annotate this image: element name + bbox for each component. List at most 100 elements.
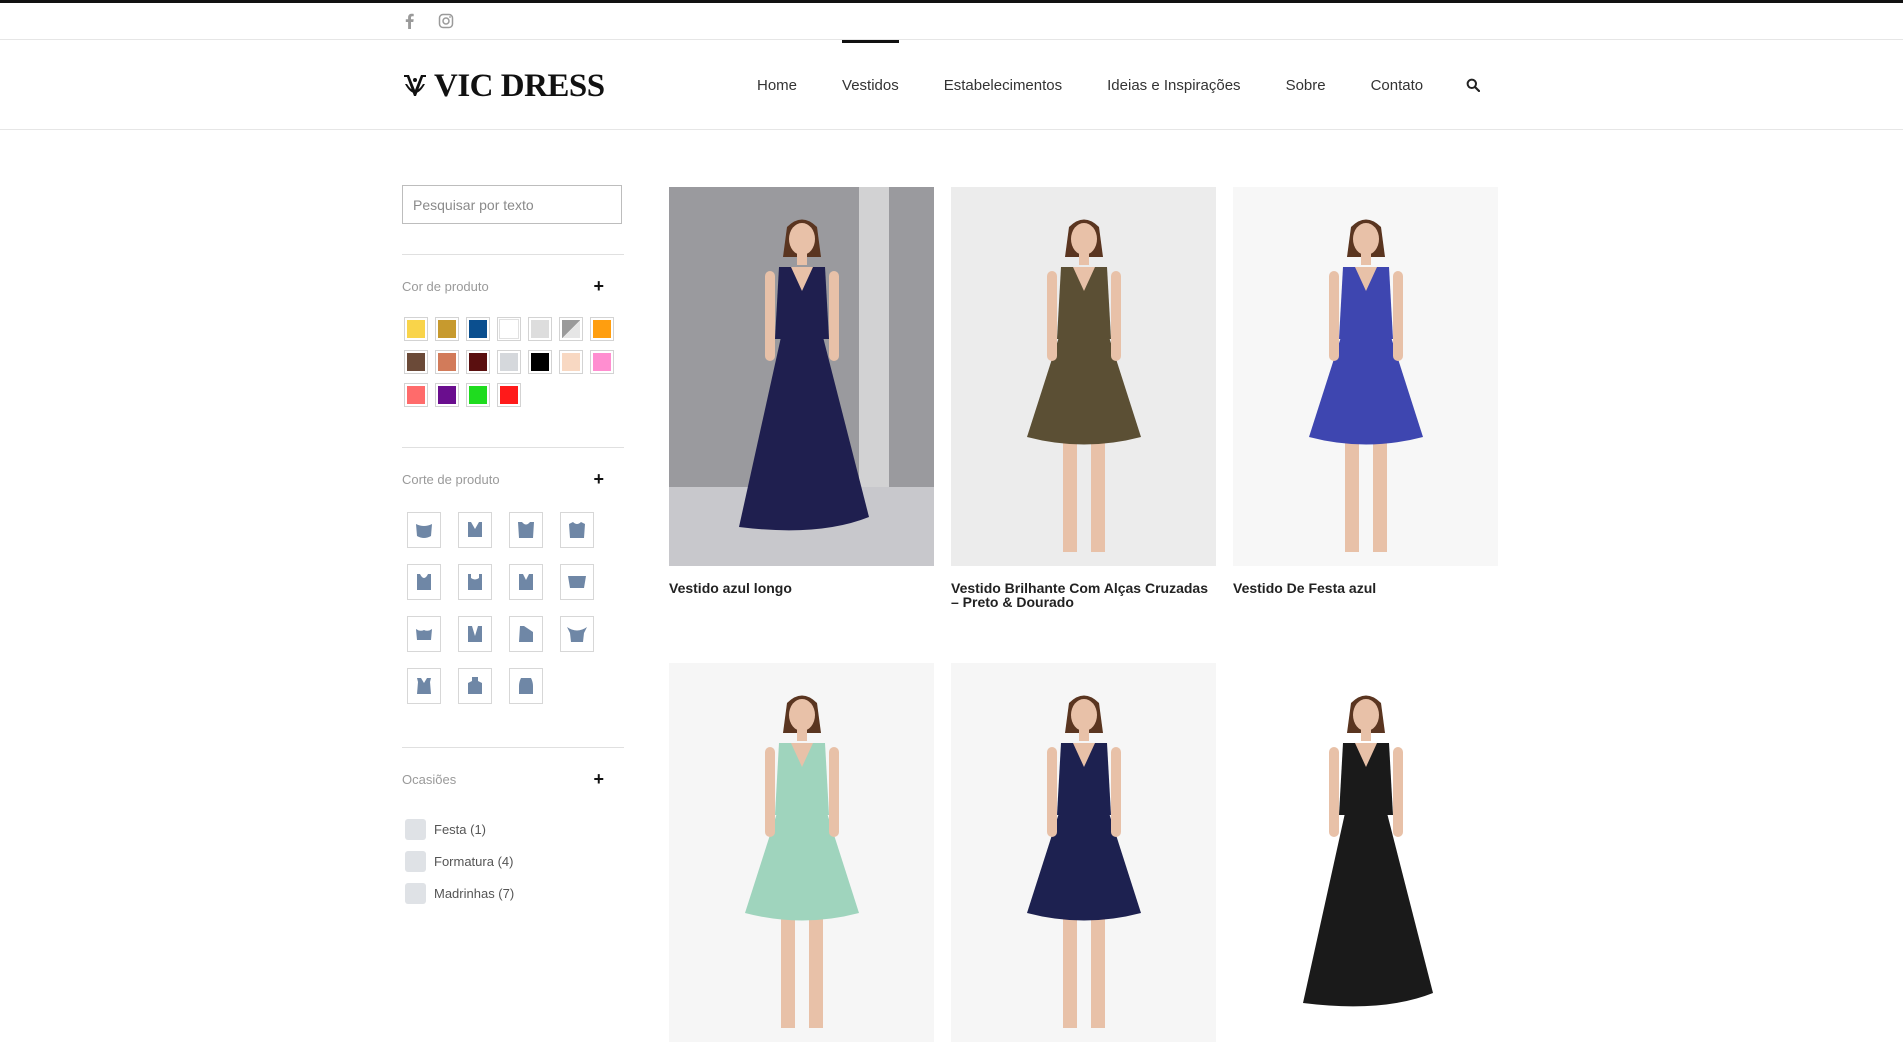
product-card[interactable] <box>669 663 934 1057</box>
cut-option[interactable] <box>509 668 543 704</box>
neckline-icon <box>468 522 482 537</box>
logo-text: VIC DRESS <box>434 67 605 104</box>
nav-item-home[interactable]: Home <box>757 40 797 130</box>
neckline-icon <box>568 576 586 588</box>
product-image[interactable] <box>669 187 934 566</box>
neckline-icon <box>519 626 533 642</box>
expand-plus-icon[interactable]: + <box>593 770 604 788</box>
occasion-filter-header[interactable]: Ocasiões + <box>402 770 624 788</box>
color-swatch[interactable] <box>466 317 490 341</box>
color-swatch[interactable] <box>590 317 614 341</box>
search-input[interactable] <box>402 185 622 224</box>
color-swatch[interactable] <box>435 350 459 374</box>
color-swatch[interactable] <box>528 317 552 341</box>
color-swatch[interactable] <box>559 350 583 374</box>
cut-option[interactable] <box>458 512 492 548</box>
logo[interactable]: VIC DRESS <box>402 67 605 104</box>
cut-option[interactable] <box>407 512 441 548</box>
logo-emblem-icon <box>404 75 426 96</box>
nav-item-estabelecimentos[interactable]: Estabelecimentos <box>944 40 1062 130</box>
color-swatch[interactable] <box>590 350 614 374</box>
color-swatch[interactable] <box>497 317 521 341</box>
neckline-icon <box>417 574 431 590</box>
divider <box>402 254 624 255</box>
checkbox[interactable] <box>405 818 426 840</box>
main-header: VIC DRESS Home Vestidos Estabelecimentos… <box>0 40 1903 130</box>
neckline-icon <box>468 574 482 590</box>
cut-option[interactable] <box>560 616 594 652</box>
product-card[interactable]: Vestido De Festa azul <box>1233 187 1498 595</box>
occasion-options: Festa (1) Formatura (4) Madrinhas (7) <box>402 813 624 909</box>
nav-item-sobre[interactable]: Sobre <box>1286 40 1326 130</box>
neckline-icon <box>416 629 432 640</box>
neckline-icon <box>468 677 482 694</box>
top-bar <box>0 0 1903 40</box>
cut-option[interactable] <box>407 668 441 704</box>
cut-filter-header[interactable]: Corte de produto + <box>402 470 624 488</box>
occasion-label: Formatura (4) <box>434 853 514 869</box>
neckline-icon <box>569 522 585 538</box>
filter-sidebar: Cor de produto + Corte de produto + Ocas… <box>402 185 624 909</box>
nav-item-ideias[interactable]: Ideias e Inspirações <box>1107 40 1240 130</box>
neckline-icon <box>417 678 431 694</box>
main-menu: Home Vestidos Estabelecimentos Ideias e … <box>757 40 1481 130</box>
divider <box>402 447 624 448</box>
expand-plus-icon[interactable]: + <box>593 470 604 488</box>
color-filter-title: Cor de produto <box>402 278 489 294</box>
nav-search-button[interactable] <box>1466 40 1481 130</box>
color-swatch[interactable] <box>404 317 428 341</box>
color-swatch[interactable] <box>466 350 490 374</box>
cut-option[interactable] <box>560 564 594 600</box>
cut-options <box>402 512 624 704</box>
checkbox[interactable] <box>405 882 426 904</box>
cut-option[interactable] <box>560 512 594 548</box>
nav-item-contato[interactable]: Contato <box>1371 40 1424 130</box>
product-name[interactable]: Vestido azul longo <box>669 581 934 595</box>
occasion-label: Festa (1) <box>434 821 487 837</box>
product-image[interactable] <box>669 663 934 1042</box>
cut-option[interactable] <box>509 512 543 548</box>
instagram-icon[interactable] <box>438 13 454 29</box>
cut-option[interactable] <box>509 616 543 652</box>
product-card[interactable]: Vestido azul longo <box>669 187 934 595</box>
product-name[interactable]: Vestido Brilhante Com Alças Cruzadas – P… <box>951 581 1216 609</box>
product-card[interactable]: Vestido Brilhante Com Alças Cruzadas – P… <box>951 187 1216 609</box>
color-swatch[interactable] <box>497 350 521 374</box>
product-image[interactable] <box>1233 187 1498 566</box>
product-name[interactable]: Vestido De Festa azul <box>1233 581 1498 595</box>
cut-option[interactable] <box>407 616 441 652</box>
color-swatch[interactable] <box>404 350 428 374</box>
occasion-option[interactable]: Formatura (4) <box>405 845 624 877</box>
product-image[interactable] <box>1233 663 1498 1042</box>
cut-option[interactable] <box>407 564 441 600</box>
color-filter-header[interactable]: Cor de produto + <box>402 277 624 295</box>
color-swatch[interactable] <box>497 383 521 407</box>
occasion-option[interactable]: Festa (1) <box>405 813 624 845</box>
color-swatch[interactable] <box>528 350 552 374</box>
cut-option[interactable] <box>458 564 492 600</box>
nav-item-vestidos[interactable]: Vestidos <box>842 40 899 130</box>
cut-option[interactable] <box>458 616 492 652</box>
product-image[interactable] <box>951 663 1216 1042</box>
divider <box>402 747 624 748</box>
cut-filter-title: Corte de produto <box>402 471 500 487</box>
neckline-icon <box>567 627 587 642</box>
expand-plus-icon[interactable]: + <box>593 277 604 295</box>
color-swatch[interactable] <box>466 383 490 407</box>
color-swatch[interactable] <box>404 383 428 407</box>
neckline-icon <box>468 626 482 642</box>
cut-option[interactable] <box>509 564 543 600</box>
color-swatch[interactable] <box>435 317 459 341</box>
social-links <box>402 13 454 29</box>
facebook-icon[interactable] <box>402 13 418 29</box>
color-swatch[interactable] <box>435 383 459 407</box>
occasion-option[interactable]: Madrinhas (7) <box>405 877 624 909</box>
checkbox[interactable] <box>405 850 426 872</box>
product-image[interactable] <box>951 187 1216 566</box>
color-swatch[interactable] <box>559 317 583 341</box>
cut-option[interactable] <box>458 668 492 704</box>
color-swatches <box>402 317 624 407</box>
product-card[interactable] <box>951 663 1216 1057</box>
neckline-icon <box>416 524 432 538</box>
product-card[interactable] <box>1233 663 1498 1057</box>
